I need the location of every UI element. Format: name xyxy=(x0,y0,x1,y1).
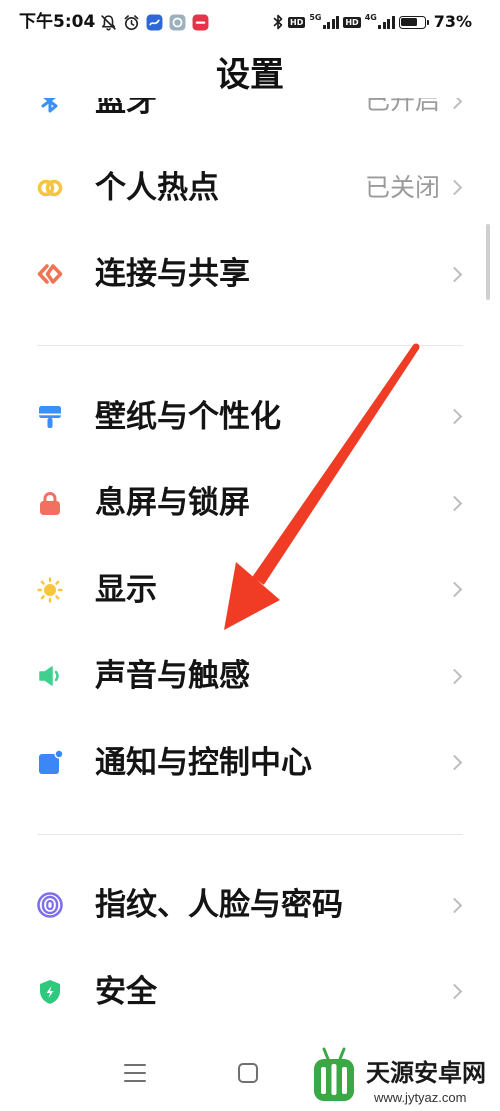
chevron-right-icon xyxy=(446,98,463,109)
hotspot-icon xyxy=(36,174,64,202)
status-bar: 下午5:04 HD 5G HD 4G 73% xyxy=(0,0,500,44)
chevron-right-icon xyxy=(446,668,463,684)
bell-off-icon xyxy=(101,14,116,30)
watermark-url: www.jytyaz.com xyxy=(374,1090,467,1105)
settings-item-bluetooth[interactable]: 蓝牙 已开启 xyxy=(0,98,500,144)
app-icon-red xyxy=(192,14,209,30)
home-icon[interactable] xyxy=(238,1063,258,1083)
settings-item-label: 安全 xyxy=(95,973,157,1010)
settings-item-fingerprint-face-password[interactable]: 指纹、人脸与密码 xyxy=(0,862,500,949)
section-divider xyxy=(0,806,500,862)
fingerprint-icon xyxy=(36,891,64,919)
settings-item-sound[interactable]: 声音与触感 xyxy=(0,633,500,720)
signal-5g-icon: 5G xyxy=(309,13,340,31)
settings-item-status: 已开启 xyxy=(364,98,440,115)
network-type-label: 5G xyxy=(309,13,322,22)
bluetooth-icon xyxy=(273,14,283,30)
speaker-icon xyxy=(36,662,64,690)
settings-list[interactable]: 蓝牙 已开启 个人热点 已关闭 连接与共享 壁纸与个性化 息屏与锁屏 显示 声音… xyxy=(0,98,500,1040)
settings-item-notifications[interactable]: 通知与控制中心 xyxy=(0,719,500,806)
lock-icon xyxy=(36,489,64,517)
wallpaper-icon xyxy=(36,403,64,431)
settings-item-label: 通知与控制中心 xyxy=(95,744,312,781)
battery-percent: 73% xyxy=(433,12,472,31)
signal-4g-icon: 4G xyxy=(365,13,395,31)
chevron-right-icon xyxy=(446,408,463,425)
settings-item-label: 蓝牙 xyxy=(95,98,157,119)
hd-icon: HD xyxy=(343,16,361,28)
settings-item-label: 息屏与锁屏 xyxy=(95,485,250,521)
chevron-right-icon xyxy=(446,897,463,913)
chevron-right-icon xyxy=(446,266,463,282)
status-left-icons xyxy=(100,13,209,31)
hd-icon: HD xyxy=(288,16,306,28)
alarm-icon xyxy=(124,14,139,30)
settings-item-hotspot[interactable]: 个人热点 已关闭 xyxy=(0,144,500,231)
settings-item-wallpaper[interactable]: 壁纸与个性化 xyxy=(0,373,500,460)
status-time: 下午5:04 xyxy=(19,12,96,32)
network-type-label: 4G xyxy=(364,13,377,22)
settings-item-lock-screen[interactable]: 息屏与锁屏 xyxy=(0,460,500,547)
settings-item-display[interactable]: 显示 xyxy=(0,546,500,633)
scrollbar[interactable] xyxy=(486,224,490,300)
settings-item-status: 已关闭 xyxy=(364,172,440,202)
settings-item-connection-sharing[interactable]: 连接与共享 xyxy=(0,231,500,318)
battery-tip xyxy=(426,19,429,25)
settings-item-label: 声音与触感 xyxy=(95,658,250,694)
settings-item-label: 壁纸与个性化 xyxy=(95,398,281,435)
bluetooth-icon xyxy=(36,98,64,115)
settings-item-security[interactable]: 安全 xyxy=(0,948,500,1035)
section-divider xyxy=(0,317,500,373)
notification-icon xyxy=(36,748,64,777)
settings-item-label: 显示 xyxy=(95,571,157,608)
battery-fill xyxy=(401,18,418,26)
connection-sharing-icon xyxy=(36,260,64,288)
settings-item-label: 指纹、人脸与密码 xyxy=(95,887,343,923)
chevron-right-icon xyxy=(446,983,463,1000)
shield-icon xyxy=(36,978,64,1006)
settings-item-label: 个人热点 xyxy=(95,169,219,206)
sun-icon xyxy=(36,576,64,604)
watermark-logo-icon xyxy=(314,1047,354,1101)
watermark-name: 天源安卓网 xyxy=(366,1059,486,1087)
settings-item-label: 连接与共享 xyxy=(95,256,250,292)
status-right-icons: HD 5G HD 4G 73% xyxy=(272,12,472,32)
chevron-right-icon xyxy=(446,754,463,771)
chevron-right-icon xyxy=(446,495,463,511)
battery-icon xyxy=(398,15,426,29)
watermark: 天源安卓网 www.jytyaz.com xyxy=(306,1040,496,1110)
page-title: 设置 xyxy=(216,55,284,95)
chevron-right-icon xyxy=(446,581,463,598)
chevron-right-icon xyxy=(446,179,463,196)
menu-icon[interactable] xyxy=(124,1064,146,1082)
app-icon-blue xyxy=(146,14,163,30)
app-icon-gray xyxy=(169,14,186,30)
